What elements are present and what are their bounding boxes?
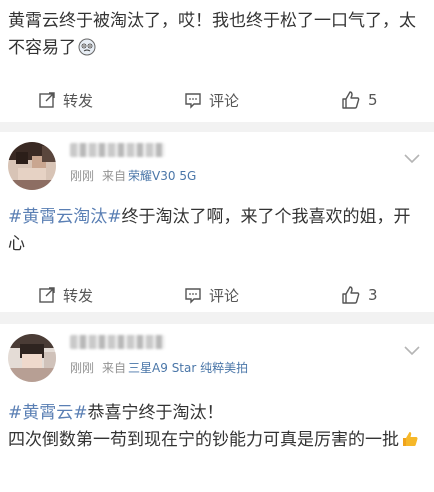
post-source: 刚刚 来自 荣耀V30 5G bbox=[70, 167, 196, 184]
from-label: 来自 bbox=[102, 360, 127, 375]
action-bar: 转发 评论 5 bbox=[0, 86, 434, 114]
thumbs-up-icon bbox=[342, 91, 360, 109]
repost-label: 转发 bbox=[63, 91, 94, 110]
comment-button[interactable]: 评论 bbox=[184, 281, 239, 309]
repost-icon bbox=[39, 287, 55, 303]
action-bar: 转发 评论 3 bbox=[0, 281, 434, 309]
post-meta: 刚刚 来自 三星A9 Star 纯粹美拍 bbox=[70, 334, 248, 376]
post-card: 刚刚 来自 荣耀V30 5G #黄霄云淘汰#终于淘汰了啊，来了个我喜欢的姐，开心 转… bbox=[0, 132, 434, 312]
post-card: 黄霄云终于被淘汰了，哎！我也终于松了一口气了，太不容易了 转发 评论 5 bbox=[0, 0, 434, 122]
chevron-down-icon[interactable] bbox=[404, 154, 420, 164]
post-source: 刚刚 来自 三星A9 Star 纯粹美拍 bbox=[70, 359, 248, 376]
post-text: #黄霄云#恭喜宁终于淘汰！ 四次倒数第一苟到现在宁的钞能力可真是厉害的一批 bbox=[8, 400, 422, 454]
post-time: 刚刚 bbox=[70, 168, 95, 183]
like-count: 3 bbox=[368, 286, 378, 304]
from-label: 来自 bbox=[102, 168, 127, 183]
username-blurred[interactable] bbox=[70, 142, 165, 157]
chevron-down-icon[interactable] bbox=[404, 346, 420, 356]
like-button[interactable]: 5 bbox=[341, 86, 378, 114]
post-meta: 刚刚 来自 荣耀V30 5G bbox=[70, 142, 196, 184]
like-button[interactable]: 3 bbox=[341, 281, 378, 309]
comment-label: 评论 bbox=[209, 91, 240, 110]
post-text-line: 四次倒数第一苟到现在宁的钞能力可真是厉害的一批 bbox=[8, 430, 399, 450]
post-text-body: 黄霄云终于被淘汰了，哎！我也终于松了一口气了，太不容易了 bbox=[8, 11, 416, 58]
device-link[interactable]: 三星A9 Star 纯粹美拍 bbox=[128, 361, 248, 375]
avatar[interactable] bbox=[8, 334, 56, 382]
like-count: 5 bbox=[368, 91, 378, 109]
post-card: 刚刚 来自 三星A9 Star 纯粹美拍 #黄霄云#恭喜宁终于淘汰！ 四次倒数第一苟… bbox=[0, 324, 434, 492]
hashtag-link[interactable]: #黄霄云# bbox=[8, 403, 88, 423]
comment-icon bbox=[185, 288, 201, 304]
post-header: 刚刚 来自 荣耀V30 5G bbox=[8, 142, 196, 190]
thumbs-up-icon bbox=[342, 286, 360, 304]
avatar-image bbox=[8, 142, 56, 190]
repost-label: 转发 bbox=[63, 286, 94, 305]
weibo-feed: 黄霄云终于被淘汰了，哎！我也终于松了一口气了，太不容易了 转发 评论 5 刚刚 … bbox=[0, 0, 434, 492]
repost-icon bbox=[39, 92, 55, 108]
comment-icon bbox=[185, 93, 201, 109]
emoji-face-icon bbox=[78, 38, 96, 56]
post-text: #黄霄云淘汰#终于淘汰了啊，来了个我喜欢的姐，开心 bbox=[8, 204, 422, 258]
hashtag-link[interactable]: #黄霄云淘汰# bbox=[8, 207, 122, 227]
post-text-line: 恭喜宁终于淘汰！ bbox=[87, 403, 224, 423]
comment-label: 评论 bbox=[209, 286, 240, 305]
username-blurred[interactable] bbox=[70, 334, 165, 349]
post-header: 刚刚 来自 三星A9 Star 纯粹美拍 bbox=[8, 334, 248, 382]
repost-button[interactable]: 转发 bbox=[38, 86, 93, 114]
avatar[interactable] bbox=[8, 142, 56, 190]
post-time: 刚刚 bbox=[70, 360, 95, 375]
repost-button[interactable]: 转发 bbox=[38, 281, 93, 309]
thumbs-up-icon bbox=[403, 432, 418, 446]
avatar-image bbox=[8, 334, 56, 382]
comment-button[interactable]: 评论 bbox=[184, 86, 239, 114]
post-text: 黄霄云终于被淘汰了，哎！我也终于松了一口气了，太不容易了 bbox=[8, 8, 422, 62]
device-link[interactable]: 荣耀V30 5G bbox=[128, 169, 196, 183]
